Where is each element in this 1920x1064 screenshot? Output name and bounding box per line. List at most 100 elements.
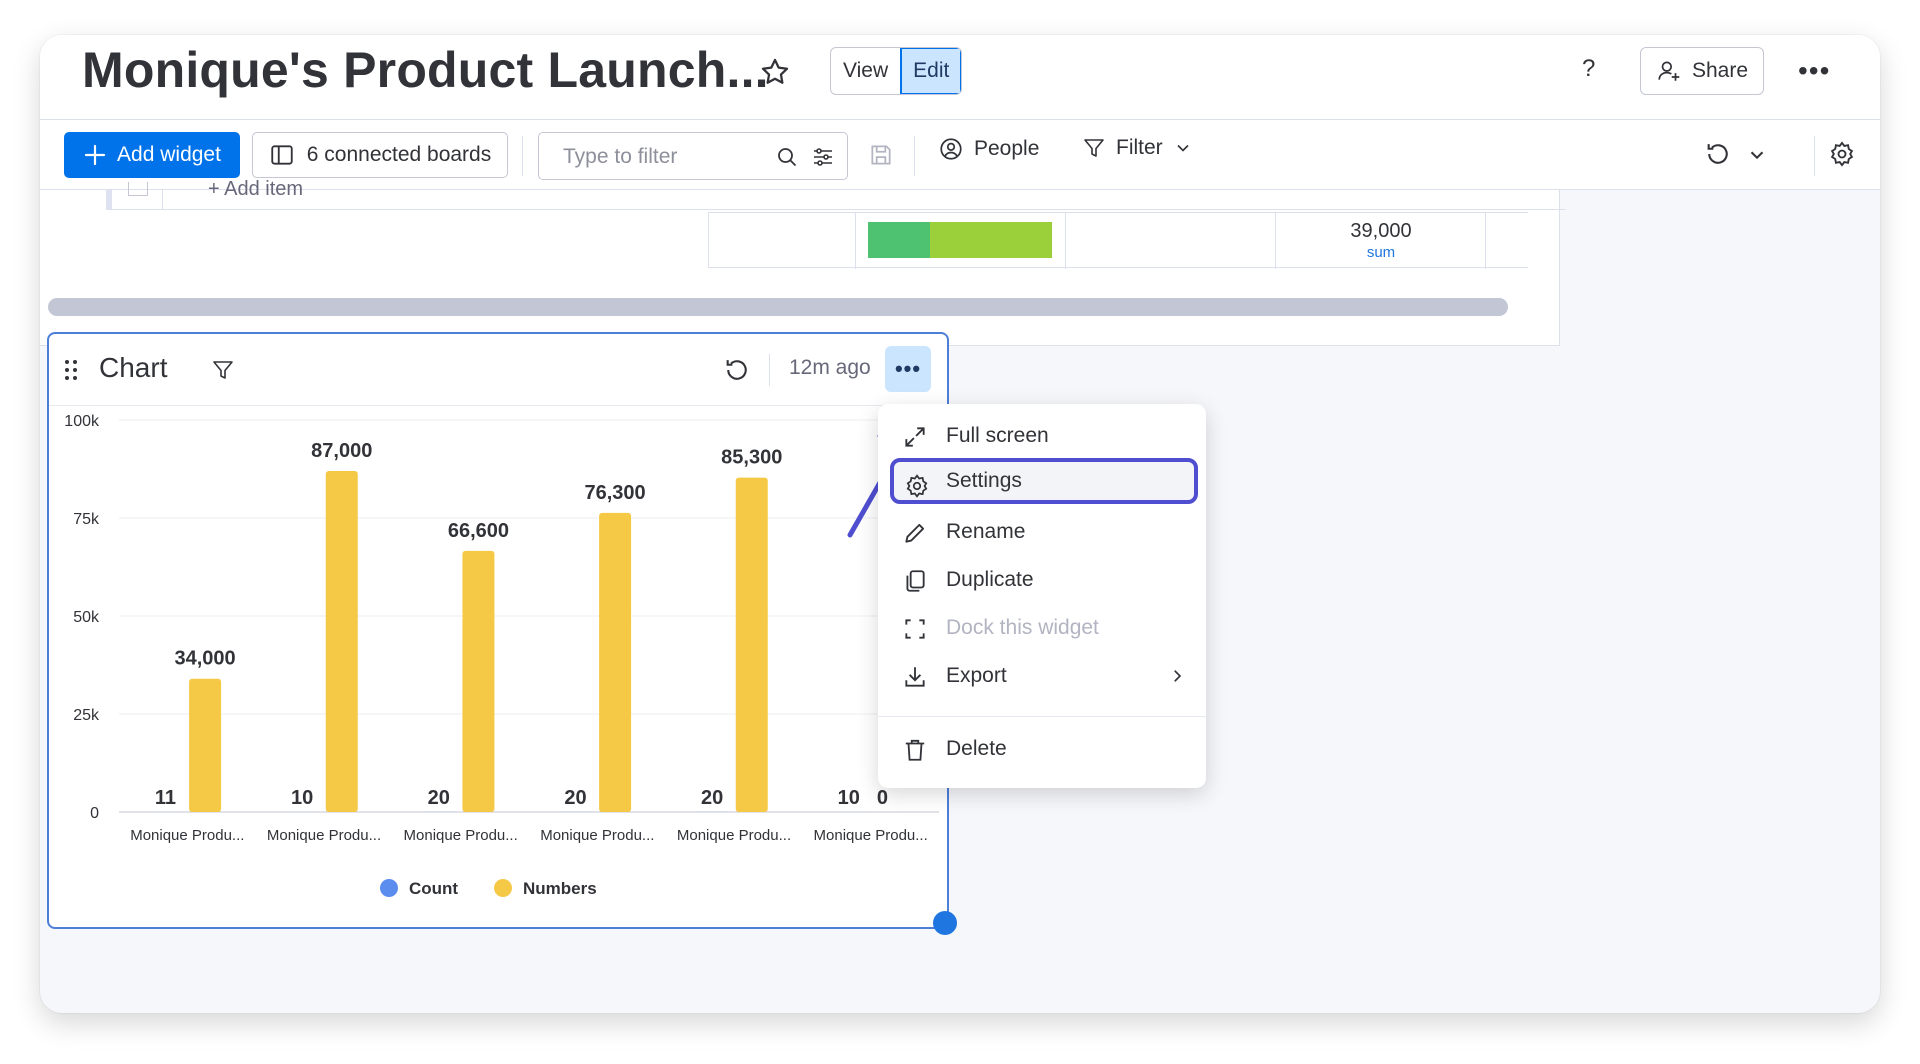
menu-item-label: Full screen bbox=[946, 424, 1049, 447]
status-bar-segment bbox=[868, 222, 930, 258]
person-circle-icon bbox=[940, 138, 962, 160]
connected-boards-button[interactable]: 6 connected boards bbox=[252, 132, 508, 178]
add-widget-button[interactable]: Add widget bbox=[64, 132, 240, 178]
menu-item-label: Export bbox=[946, 664, 1007, 687]
menu-item-label: Rename bbox=[946, 520, 1026, 543]
filter-button[interactable]: Filter bbox=[1082, 136, 1193, 160]
share-button[interactable]: Share bbox=[1640, 47, 1764, 95]
count-data-label: 20 bbox=[564, 787, 586, 809]
summary-row: 39,000 sum bbox=[708, 212, 1528, 269]
menu-item-label: Duplicate bbox=[946, 568, 1034, 591]
chevron-down-icon[interactable] bbox=[1173, 138, 1193, 158]
star-icon[interactable] bbox=[758, 55, 792, 89]
y-tick-label: 100k bbox=[64, 413, 100, 430]
refresh-icon[interactable] bbox=[723, 356, 751, 384]
count-data-label: 20 bbox=[701, 787, 723, 809]
status-bar-segment bbox=[930, 222, 1052, 258]
filter-settings-icon[interactable] bbox=[811, 145, 835, 169]
download-icon bbox=[905, 667, 925, 687]
widget-menu-button[interactable]: ••• bbox=[885, 346, 931, 392]
funnel-icon bbox=[1084, 139, 1104, 157]
header-divider bbox=[769, 354, 770, 386]
edit-button[interactable]: Edit bbox=[900, 48, 962, 94]
menu-item-delete[interactable]: Delete bbox=[878, 726, 1206, 772]
page-title[interactable]: Monique's Product Launch... bbox=[82, 41, 769, 99]
numbers-bar bbox=[735, 477, 768, 812]
numbers-data-label: 85,300 bbox=[721, 447, 782, 469]
count-data-label: 10 bbox=[291, 787, 313, 809]
x-tick-label: Monique Produ... bbox=[540, 827, 654, 844]
row-checkbox[interactable] bbox=[128, 182, 148, 196]
x-tick-label: Monique Produ... bbox=[404, 827, 518, 844]
menu-item-settings[interactable]: Settings bbox=[890, 458, 1198, 504]
menu-item-label: Settings bbox=[946, 469, 1022, 492]
count-data-label: 11 bbox=[155, 787, 176, 809]
help-button[interactable]: ? bbox=[1582, 55, 1595, 83]
numbers-bar bbox=[325, 470, 358, 812]
add-person-icon bbox=[1658, 61, 1680, 81]
count-data-label: 10 bbox=[838, 787, 860, 809]
menu-item-dock-widget: Dock this widget bbox=[878, 605, 1206, 651]
x-tick-label: Monique Produ... bbox=[130, 827, 244, 844]
legend-swatch bbox=[380, 879, 398, 897]
people-filter-button[interactable]: People bbox=[938, 136, 1039, 162]
legend-swatch bbox=[494, 879, 512, 897]
widget-title[interactable]: Chart bbox=[99, 352, 167, 384]
chart-widget: Chart 12m ago ••• 100k 75k 50k 25k 0 11 34,000… bbox=[47, 332, 949, 929]
plus-icon bbox=[84, 144, 106, 166]
status-summary-cell bbox=[855, 213, 1065, 269]
add-item-label[interactable]: + Add item bbox=[208, 178, 303, 201]
y-tick-label: 0 bbox=[90, 805, 99, 822]
horizontal-scrollbar[interactable] bbox=[48, 298, 1508, 316]
numbers-bar bbox=[599, 512, 632, 812]
refresh-icon[interactable] bbox=[1704, 140, 1732, 168]
funnel-icon[interactable] bbox=[211, 358, 235, 382]
drag-handle-icon[interactable] bbox=[63, 358, 79, 382]
last-updated-text: 12m ago bbox=[789, 356, 871, 379]
menu-item-duplicate[interactable]: Duplicate bbox=[878, 557, 1206, 603]
numbers-bar bbox=[462, 550, 495, 812]
menu-item-export[interactable]: Export bbox=[878, 653, 1206, 699]
y-tick-label: 75k bbox=[73, 511, 100, 528]
menu-item-full-screen[interactable]: Full screen bbox=[878, 413, 1206, 459]
x-tick-label: Monique Produ... bbox=[677, 827, 791, 844]
connected-boards-label: 6 connected boards bbox=[306, 143, 492, 166]
more-options-icon[interactable]: ••• bbox=[1798, 55, 1830, 87]
numbers-bar bbox=[189, 678, 222, 812]
add-item-row[interactable]: + Add item bbox=[106, 178, 1566, 210]
numbers-data-label: 76,300 bbox=[585, 482, 646, 504]
count-data-label: 20 bbox=[428, 787, 450, 809]
chevron-right-icon bbox=[1174, 670, 1182, 682]
sum-summary-cell: 39,000 sum bbox=[1275, 213, 1485, 269]
view-button[interactable]: View bbox=[831, 48, 900, 94]
expand-icon bbox=[905, 427, 925, 447]
y-tick-label: 50k bbox=[73, 609, 100, 626]
duplicate-icon bbox=[906, 570, 925, 592]
empty-summary-cell bbox=[1065, 213, 1275, 269]
chevron-down-icon[interactable] bbox=[1746, 144, 1768, 166]
resize-handle[interactable] bbox=[933, 911, 957, 935]
trash-icon bbox=[905, 739, 925, 761]
numbers-data-label: 34,000 bbox=[175, 648, 236, 670]
share-label: Share bbox=[1691, 59, 1749, 82]
numbers-data-label: 0 bbox=[877, 787, 888, 809]
gear-icon[interactable] bbox=[1828, 140, 1856, 168]
numbers-data-label: 66,600 bbox=[448, 520, 509, 542]
menu-item-rename[interactable]: Rename bbox=[878, 509, 1206, 555]
filter-label: Filter bbox=[1116, 136, 1163, 159]
x-tick-label: Monique Produ... bbox=[814, 827, 928, 844]
legend-label: Numbers bbox=[523, 879, 597, 898]
dashboard-toolbar: Add widget 6 connected boards Type to fi… bbox=[40, 120, 1880, 190]
bar-chart: 100k 75k 50k 25k 0 11 34,000 Monique Produ... 10… bbox=[64, 413, 939, 898]
search-placeholder: Type to filter bbox=[563, 145, 678, 168]
menu-item-label: Delete bbox=[946, 737, 1007, 760]
save-icon[interactable] bbox=[868, 142, 894, 168]
numbers-data-label: 87,000 bbox=[311, 440, 372, 462]
view-edit-toggle: View Edit bbox=[830, 47, 963, 95]
sum-value: 39,000 bbox=[1350, 220, 1412, 242]
dock-icon bbox=[905, 619, 925, 639]
top-header: Monique's Product Launch... View Edit ? … bbox=[40, 35, 1880, 120]
search-input[interactable]: Type to filter bbox=[538, 132, 848, 180]
app-window: Monique's Product Launch... View Edit ? … bbox=[40, 35, 1880, 1013]
add-widget-label: Add widget bbox=[117, 143, 221, 166]
